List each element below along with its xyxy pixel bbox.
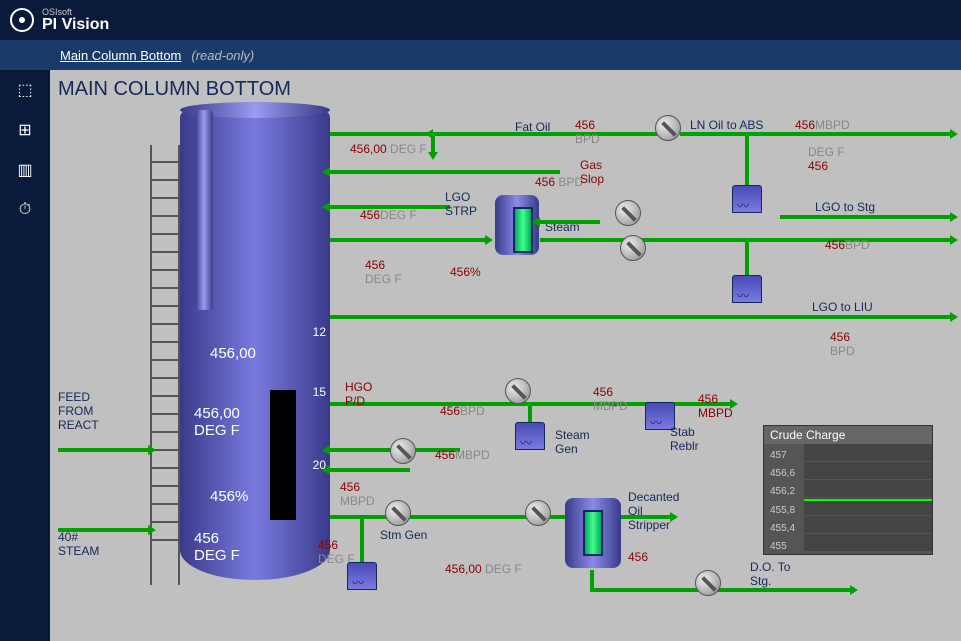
pump-hgo bbox=[505, 378, 531, 404]
brand-logo-icon bbox=[10, 8, 34, 32]
pump-lgo2 bbox=[620, 235, 646, 261]
pipe-fatoil-in bbox=[433, 132, 673, 136]
hgo-v2: 456MBPD bbox=[593, 385, 628, 413]
decanted-val: 456 bbox=[628, 550, 648, 564]
brand-text: OSIsoft PI Vision bbox=[42, 8, 109, 33]
pipe-row3 bbox=[330, 238, 485, 242]
main-column-vessel: 12 15 20 456,00 456,00DEG F 456% 456DEG … bbox=[150, 110, 330, 590]
page-readonly-badge: (read-only) bbox=[191, 48, 254, 63]
steam-40-label: 40# STEAM bbox=[58, 530, 99, 558]
breadcrumb-bar: Main Column Bottom (read-only) bbox=[0, 40, 961, 70]
hgo-label: HGO P/D bbox=[345, 380, 372, 408]
stmgen-right-val: 456,00 DEG F bbox=[445, 562, 522, 576]
pump-stmgen bbox=[385, 500, 411, 526]
nav-clock-icon[interactable]: ⏱ bbox=[15, 200, 35, 220]
stmgen-top-val: 456MBPD bbox=[340, 480, 375, 508]
feed-from-react-label: FEED FROM REACT bbox=[58, 390, 99, 432]
ladder-icon bbox=[150, 145, 180, 585]
col-val4: 456DEG F bbox=[194, 530, 240, 564]
nav-plusminus-icon[interactable]: ⊞ bbox=[15, 120, 35, 140]
fatoil-label: Fat Oil bbox=[515, 120, 550, 134]
lgo-liu-val: 456BPD bbox=[830, 330, 855, 358]
decanted-label: Decanted Oil Stripper bbox=[628, 490, 679, 532]
tank-lnoil bbox=[732, 185, 762, 213]
stab-reblr-label: Stab Reblr bbox=[670, 425, 699, 453]
trend-title: Crude Charge bbox=[764, 426, 932, 444]
tray-tag-12: 12 bbox=[313, 325, 326, 339]
pipe-lnoil bbox=[680, 132, 950, 136]
decanted-oil-stripper-vessel bbox=[565, 498, 621, 568]
lgo-liu-label: LGO to LIU bbox=[812, 300, 873, 314]
row2-val: 456DEG F bbox=[360, 208, 417, 222]
pump-midrow bbox=[390, 438, 416, 464]
lnoil-label: LN Oil to ABS bbox=[690, 118, 763, 132]
lgo-strp-pct: 456% bbox=[450, 265, 481, 279]
degf-tr: DEG F456 bbox=[808, 145, 845, 173]
pump-lnoil bbox=[655, 115, 681, 141]
pipe-lgo-liu bbox=[330, 315, 950, 319]
row2b-val: 456 BPD bbox=[535, 175, 583, 189]
lgo-stg-val: 456BPD bbox=[825, 238, 870, 252]
topbar: OSIsoft PI Vision bbox=[0, 0, 961, 40]
row1-val: 456,00 DEG F bbox=[350, 142, 427, 156]
gas-slop-label: Gas Slop bbox=[580, 158, 604, 186]
do-stg-label: D.O. To Stg. bbox=[750, 560, 790, 588]
pump-decanted-feed bbox=[525, 500, 551, 526]
col-val1: 456,00 bbox=[210, 345, 256, 362]
pump-do bbox=[695, 570, 721, 596]
pump-gasslop bbox=[615, 200, 641, 226]
left-nav: ⬚ ⊞ ▥ ⏱ bbox=[0, 70, 50, 641]
hgo-v1: 456BPD bbox=[440, 404, 485, 418]
col-val2: 456,00DEG F bbox=[194, 405, 240, 439]
lgo-strp-label: LGO STRP bbox=[445, 190, 477, 218]
crude-charge-trend[interactable]: Crude Charge 457 456,6 456,2 455,8 455,4… bbox=[763, 425, 933, 555]
stmgen-label: Stm Gen bbox=[380, 528, 427, 542]
tank-hgo bbox=[515, 422, 545, 450]
pipe-steam40 bbox=[58, 528, 148, 532]
tank-lgo bbox=[732, 275, 762, 303]
trend-line bbox=[804, 499, 932, 501]
fatoil-val: 456BPD bbox=[575, 118, 600, 146]
lgo-stg-label: LGO to Stg bbox=[815, 200, 875, 214]
pipe-feed bbox=[58, 448, 148, 452]
brand-product: PI Vision bbox=[42, 17, 109, 33]
pipe-row2 bbox=[330, 170, 560, 174]
nav-library-icon[interactable]: ▥ bbox=[15, 160, 35, 180]
steam-gen-label: Steam Gen bbox=[555, 428, 590, 456]
row3-val: 456DEG F bbox=[365, 258, 402, 286]
trend-yaxis: 457 456,6 456,2 455,8 455,4 455 bbox=[764, 448, 804, 554]
lnoil-val: 456MBPD bbox=[795, 118, 850, 132]
nav-cube-icon[interactable]: ⬚ bbox=[15, 80, 35, 100]
page-title[interactable]: Main Column Bottom bbox=[60, 48, 181, 63]
column-sensor-bar bbox=[270, 390, 296, 520]
tray-tag-15: 15 bbox=[313, 385, 326, 399]
pipe-do-stg bbox=[590, 588, 850, 592]
midrow-val: 456MBPD bbox=[435, 448, 490, 462]
col-val3: 456% bbox=[210, 488, 248, 505]
stab-val: 456 MBPD bbox=[698, 392, 733, 420]
diagram-canvas[interactable]: MAIN COLUMN BOTTOM 12 15 20 456,00 456,0… bbox=[50, 70, 961, 641]
diagram-title: MAIN COLUMN BOTTOM bbox=[58, 78, 291, 101]
tank-stmgen bbox=[347, 562, 377, 590]
